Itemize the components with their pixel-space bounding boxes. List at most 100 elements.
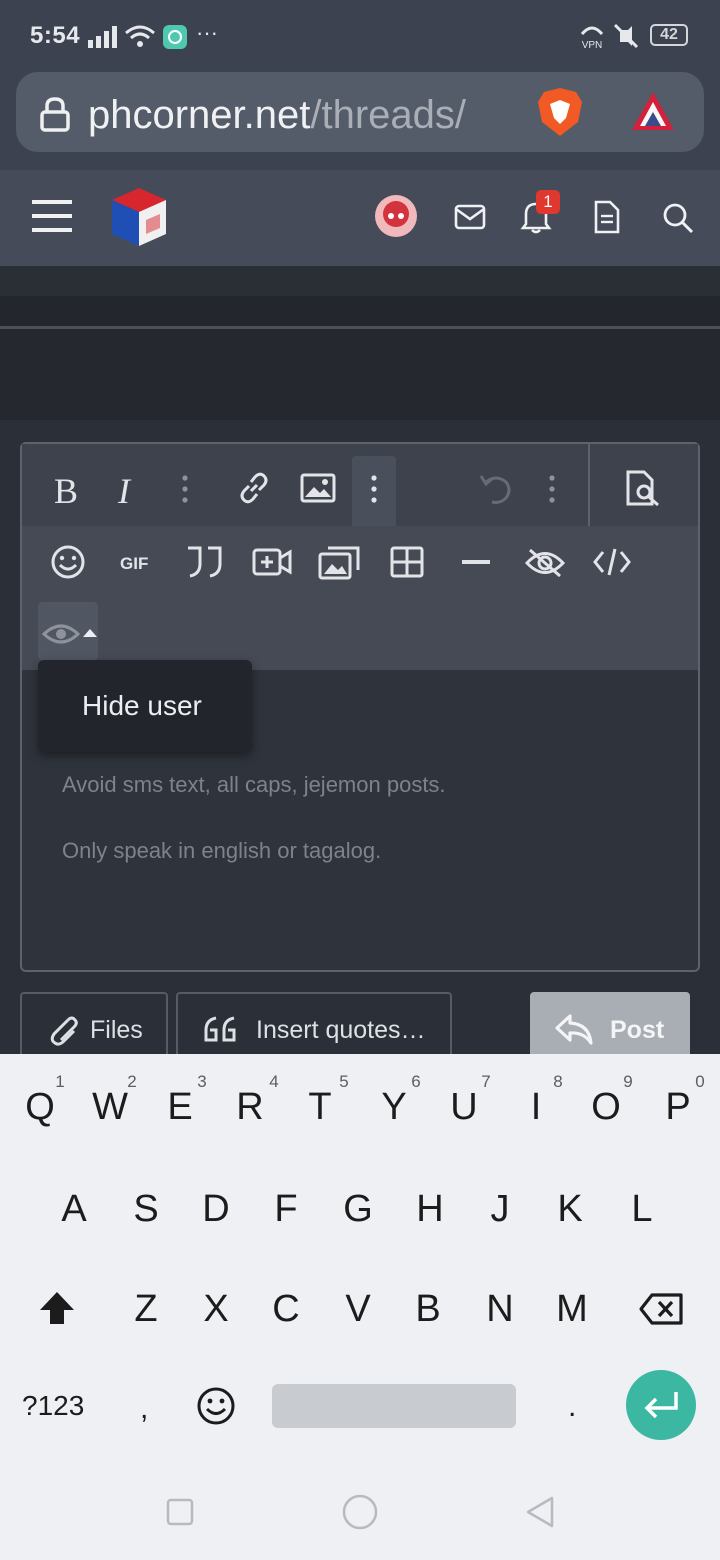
key-l[interactable]: L	[614, 1188, 670, 1231]
key-t[interactable]: T	[292, 1086, 348, 1129]
toolbar-divider	[588, 444, 590, 526]
backspace-icon[interactable]	[638, 1292, 684, 1326]
symbols-key[interactable]: ?123	[22, 1390, 84, 1422]
files-label: Files	[90, 1016, 143, 1044]
status-time: 5:54	[30, 22, 81, 49]
enter-arrow-icon	[644, 1392, 678, 1419]
key-hint-number: 7	[481, 1072, 491, 1091]
key-n[interactable]: N	[472, 1288, 528, 1331]
key-hint-number: 2	[127, 1072, 137, 1091]
mute-icon	[613, 23, 639, 49]
horizontal-rule-icon[interactable]	[462, 560, 490, 564]
key-hint-number: 5	[339, 1072, 349, 1091]
key-v[interactable]: V	[330, 1288, 386, 1331]
mail-icon[interactable]	[454, 204, 486, 230]
image-icon[interactable]	[300, 472, 336, 504]
gallery-icon[interactable]	[318, 544, 362, 580]
home-nav-icon[interactable]	[342, 1494, 378, 1530]
key-u[interactable]: U	[436, 1086, 492, 1129]
key-y[interactable]: Y	[366, 1086, 422, 1129]
quote-icon	[204, 1016, 236, 1042]
key-e[interactable]: E	[152, 1086, 208, 1129]
hide-user-option[interactable]: Hide user	[82, 690, 202, 722]
page-band	[0, 296, 720, 326]
eye-icon	[42, 624, 80, 644]
battery-indicator: 42	[650, 24, 688, 46]
caret-up-icon	[83, 629, 97, 637]
shift-icon[interactable]	[38, 1290, 76, 1326]
key-hint-number: 0	[695, 1072, 705, 1091]
key-s[interactable]: S	[118, 1188, 174, 1231]
brave-shields-icon[interactable]	[536, 86, 584, 138]
bold-button[interactable]: B	[54, 470, 78, 512]
preview-icon[interactable]	[624, 470, 664, 508]
table-icon[interactable]	[390, 546, 424, 578]
key-hint-number: 4	[269, 1072, 279, 1091]
gif-button[interactable]: GIF	[120, 554, 148, 574]
menu-icon[interactable]	[32, 198, 72, 234]
period-key[interactable]: .	[568, 1390, 576, 1424]
key-a[interactable]: A	[46, 1188, 102, 1231]
hide-content-icon[interactable]	[524, 546, 566, 580]
key-h[interactable]: H	[402, 1188, 458, 1231]
svg-text:VPN: VPN	[582, 40, 603, 50]
search-icon[interactable]	[662, 202, 694, 234]
undo-icon[interactable]	[478, 472, 514, 506]
site-logo[interactable]	[106, 184, 172, 250]
notification-badge: 1	[536, 190, 560, 214]
brave-rewards-icon[interactable]	[628, 88, 678, 136]
key-g[interactable]: G	[330, 1188, 386, 1231]
key-w[interactable]: W	[82, 1086, 138, 1129]
key-d[interactable]: D	[188, 1188, 244, 1231]
avatar[interactable]	[374, 194, 418, 238]
comma-key[interactable]: ,	[140, 1392, 148, 1426]
reply-icon	[555, 1014, 593, 1045]
url-text[interactable]: phcorner.net/threads/	[88, 93, 466, 138]
smiley-icon[interactable]	[50, 544, 86, 580]
key-b[interactable]: B	[400, 1288, 456, 1331]
key-p[interactable]: P	[650, 1086, 706, 1129]
italic-button[interactable]: I	[118, 470, 130, 512]
key-hint-number: 6	[411, 1072, 421, 1091]
editor-placeholder-line: Avoid sms text, all caps, jejemon posts.	[62, 772, 446, 797]
media-icon[interactable]	[252, 546, 292, 578]
more-vertical-icon[interactable]	[369, 474, 379, 504]
key-f[interactable]: F	[258, 1188, 314, 1231]
page-band	[0, 266, 720, 296]
key-r[interactable]: R	[222, 1086, 278, 1129]
key-j[interactable]: J	[472, 1188, 528, 1231]
key-k[interactable]: K	[542, 1188, 598, 1231]
key-c[interactable]: C	[258, 1288, 314, 1331]
more-vertical-icon[interactable]	[547, 474, 557, 504]
key-o[interactable]: O	[578, 1086, 634, 1129]
recents-nav-icon[interactable]	[166, 1498, 194, 1526]
more-notifications-icon: ···	[196, 20, 218, 45]
wifi-icon	[125, 25, 155, 47]
post-label: Post	[610, 1016, 665, 1044]
key-x[interactable]: X	[188, 1288, 244, 1331]
signal-icon	[88, 26, 117, 48]
more-vertical-icon[interactable]	[180, 474, 190, 504]
key-i[interactable]: I	[508, 1086, 564, 1129]
key-hint-number: 8	[553, 1072, 563, 1091]
emoji-key-icon[interactable]	[196, 1386, 236, 1426]
editor-placeholder-line: Only speak in english or tagalog.	[62, 838, 382, 863]
key-hint-number: 9	[623, 1072, 633, 1091]
lock-icon	[40, 97, 70, 132]
quote-icon[interactable]	[184, 544, 224, 580]
page-band	[0, 329, 720, 420]
key-hint-number: 1	[55, 1072, 65, 1091]
whats-new-icon[interactable]	[594, 200, 620, 234]
post-reply-button[interactable]: Post	[530, 992, 690, 1062]
key-hint-number: 3	[197, 1072, 207, 1091]
insert-quotes-button[interactable]: Insert quotes…	[176, 992, 452, 1062]
spacebar[interactable]	[272, 1384, 516, 1428]
code-icon[interactable]	[592, 546, 632, 578]
vpn-icon: VPN	[580, 26, 604, 50]
attach-files-button[interactable]: Files	[20, 992, 168, 1062]
back-nav-icon[interactable]	[524, 1496, 556, 1528]
key-q[interactable]: Q	[12, 1086, 68, 1129]
key-m[interactable]: M	[544, 1288, 600, 1331]
key-z[interactable]: Z	[118, 1288, 174, 1331]
link-icon[interactable]	[236, 470, 272, 506]
